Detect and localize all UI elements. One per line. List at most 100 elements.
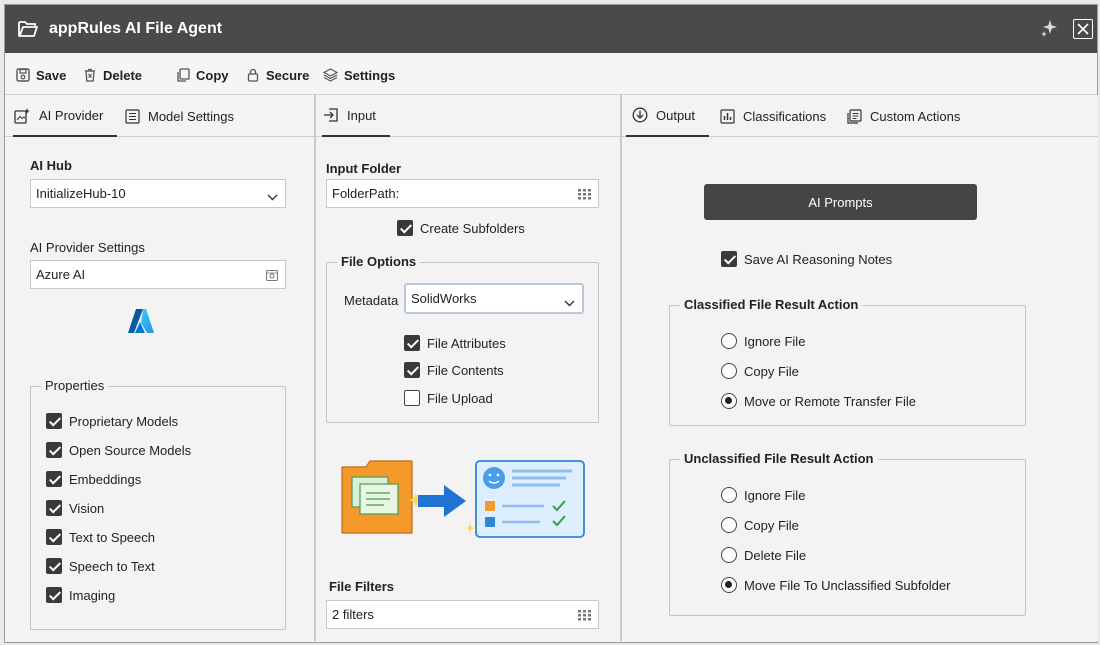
option-label: Move or Remote Transfer File	[744, 393, 916, 409]
unclassified-action-group: Unclassified File Result Action Ignore F…	[669, 451, 1026, 616]
document-list-icon	[847, 108, 862, 124]
metadata-label: Metadata	[344, 293, 399, 308]
checkbox[interactable]	[404, 362, 420, 378]
window-title: appRules AI File Agent	[49, 20, 223, 37]
tab-model-settings[interactable]: Model Settings	[125, 95, 234, 137]
option-label: Copy File	[744, 363, 799, 379]
file-filters-field[interactable]: 2 filters	[326, 600, 599, 629]
create-subfolders-label: Create Subfolders	[420, 220, 525, 236]
unclassified-delete-option[interactable]: Delete File	[721, 547, 806, 563]
input-folder-label: Input Folder	[326, 161, 402, 176]
radio-button[interactable]	[721, 517, 737, 533]
checkbox[interactable]	[46, 587, 62, 603]
delete-button[interactable]: Delete	[83, 65, 142, 85]
unclassified-copy-option[interactable]: Copy File	[721, 517, 799, 533]
file-classification-illustration-icon	[340, 457, 590, 542]
radio-button[interactable]	[721, 487, 737, 503]
option-label: Move File To Unclassified Subfolder	[744, 577, 951, 593]
grid-icon[interactable]	[578, 188, 591, 203]
file-upload-label: File Upload	[427, 390, 493, 406]
option-label: Delete File	[744, 547, 807, 563]
copy-button[interactable]: Copy	[176, 65, 229, 85]
property-speech-to-text[interactable]: Speech to Text	[46, 558, 155, 574]
classified-move-option[interactable]: Move or Remote Transfer File	[721, 393, 916, 409]
azure-logo-icon	[127, 308, 155, 337]
tab-classifications-label: Classifications	[743, 108, 827, 124]
checkbox[interactable]	[397, 220, 413, 236]
radio-button[interactable]	[721, 333, 737, 349]
settings-label: Settings	[344, 67, 396, 83]
property-proprietary-models[interactable]: Proprietary Models	[46, 413, 178, 429]
ai-hub-label: AI Hub	[30, 158, 72, 173]
checkbox[interactable]	[46, 529, 62, 545]
ai-prompts-button[interactable]: AI Prompts	[704, 184, 977, 220]
right-tabs: Output Classifications Custom Actions	[622, 95, 1098, 137]
checkbox[interactable]	[46, 471, 62, 487]
option-label: Ignore File	[744, 487, 806, 503]
ai-provider-panel: AI Provider Model Settings AI Hub Initia…	[5, 95, 315, 641]
settings-button[interactable]: Settings	[323, 65, 395, 85]
classified-copy-option[interactable]: Copy File	[721, 363, 799, 379]
radio-button[interactable]	[721, 577, 737, 593]
chart-icon	[720, 108, 735, 124]
property-imaging[interactable]: Imaging	[46, 587, 115, 603]
file-attributes-label: File Attributes	[427, 335, 506, 351]
ai-hub-select[interactable]: InitializeHub-10	[30, 179, 286, 208]
grid-icon[interactable]	[578, 609, 591, 624]
property-open-source-models[interactable]: Open Source Models	[46, 442, 191, 458]
tab-ai-provider[interactable]: AI Provider	[13, 95, 117, 137]
picker-icon[interactable]	[266, 269, 278, 284]
app-window: appRules AI File Agent Save Delete Copy …	[4, 4, 1098, 643]
unclassified-move-option[interactable]: Move File To Unclassified Subfolder	[721, 577, 950, 593]
list-icon	[125, 108, 140, 124]
radio-button[interactable]	[721, 363, 737, 379]
checkbox[interactable]	[404, 335, 420, 351]
checkbox[interactable]	[404, 390, 420, 406]
chevron-down-icon	[267, 189, 278, 204]
file-contents-option[interactable]: File Contents	[404, 362, 504, 378]
save-button[interactable]: Save	[16, 65, 66, 85]
tab-model-settings-label: Model Settings	[148, 108, 234, 124]
tab-custom-actions[interactable]: Custom Actions	[847, 95, 960, 137]
provider-field[interactable]: Azure AI	[30, 260, 286, 289]
checkbox[interactable]	[46, 558, 62, 574]
property-text-to-speech[interactable]: Text to Speech	[46, 529, 155, 545]
radio-button[interactable]	[721, 547, 737, 563]
delete-label: Delete	[103, 67, 143, 83]
property-embeddings[interactable]: Embeddings	[46, 471, 141, 487]
checkbox[interactable]	[721, 251, 737, 267]
save-reasoning-option[interactable]: Save AI Reasoning Notes	[721, 251, 892, 267]
checkbox[interactable]	[46, 442, 62, 458]
classified-ignore-option[interactable]: Ignore File	[721, 333, 805, 349]
secure-button[interactable]: Secure	[246, 65, 309, 85]
property-vision[interactable]: Vision	[46, 500, 104, 516]
tab-classifications[interactable]: Classifications	[720, 95, 826, 137]
properties-label: Properties	[41, 378, 109, 393]
save-icon	[16, 68, 30, 82]
ai-sparkle-icon[interactable]	[1039, 18, 1059, 38]
file-contents-label: File Contents	[427, 362, 504, 378]
left-tabs: AI Provider Model Settings	[5, 95, 314, 137]
close-icon[interactable]	[1073, 19, 1093, 39]
file-upload-option[interactable]: File Upload	[404, 390, 493, 406]
trash-icon	[85, 68, 95, 82]
tab-output-label: Output	[656, 107, 696, 123]
input-folder-field[interactable]: FolderPath:	[326, 179, 599, 208]
chevron-down-icon	[564, 295, 575, 310]
classified-action-group: Classified File Result Action Ignore Fil…	[669, 297, 1026, 426]
tab-input[interactable]: Input	[322, 95, 390, 137]
title-bar: appRules AI File Agent	[5, 5, 1097, 53]
checkbox[interactable]	[46, 500, 62, 516]
provider-settings-label: AI Provider Settings	[30, 240, 145, 255]
metadata-select[interactable]: SolidWorks	[404, 283, 584, 314]
tab-output[interactable]: Output	[626, 95, 709, 137]
copy-label: Copy	[196, 67, 229, 83]
radio-button[interactable]	[721, 393, 737, 409]
checkbox[interactable]	[46, 413, 62, 429]
tab-input-label: Input	[347, 107, 376, 123]
file-attributes-option[interactable]: File Attributes	[404, 335, 506, 351]
file-filters-label: File Filters	[329, 579, 395, 594]
file-options-group: File Options Metadata SolidWorks File At…	[326, 254, 599, 423]
unclassified-ignore-option[interactable]: Ignore File	[721, 487, 805, 503]
create-subfolders-option[interactable]: Create Subfolders	[397, 220, 525, 236]
